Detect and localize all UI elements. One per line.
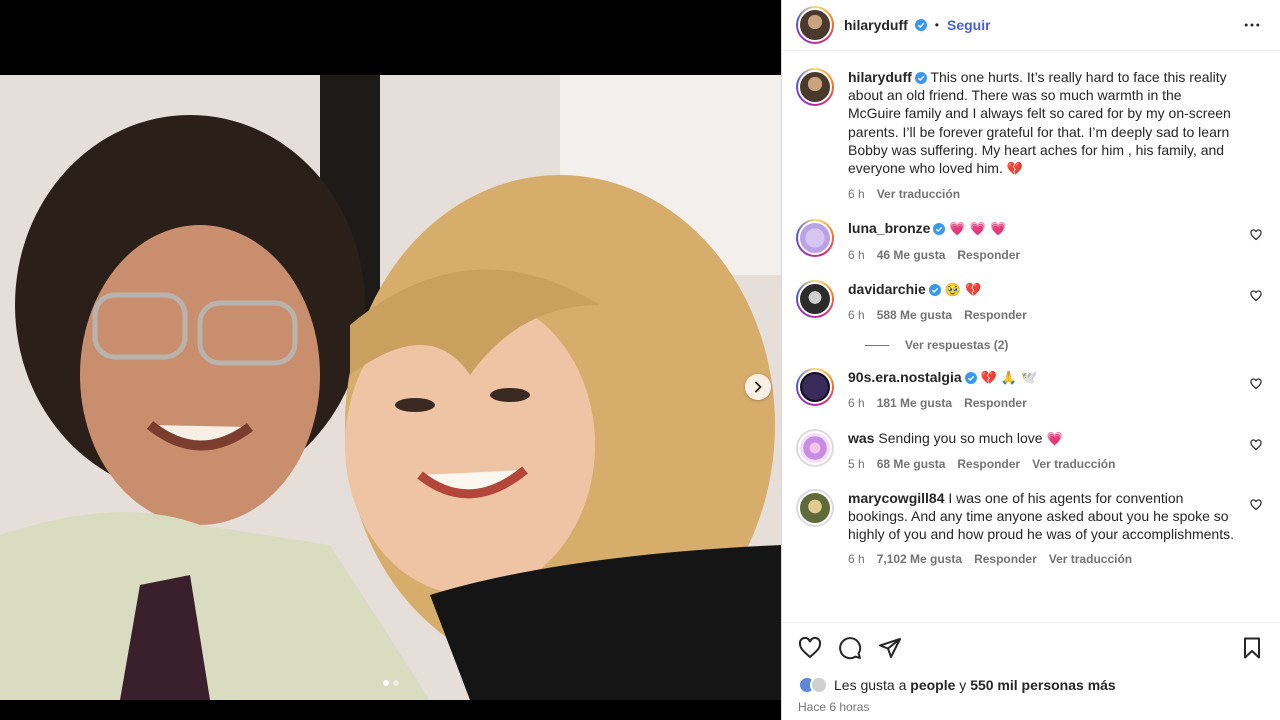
commenter-avatar[interactable] bbox=[796, 489, 834, 528]
reply-button[interactable]: Responder bbox=[964, 306, 1027, 324]
post-header: hilaryduff • Seguir bbox=[782, 0, 1280, 51]
comment-like-heart-icon[interactable] bbox=[1250, 290, 1262, 302]
commenter-username[interactable]: was bbox=[848, 430, 874, 446]
comment-time[interactable]: 6 h bbox=[848, 550, 865, 568]
verified-badge-icon bbox=[928, 283, 941, 296]
separator-dot: • bbox=[934, 18, 939, 32]
comment-time[interactable]: 6 h bbox=[848, 394, 865, 412]
photo-illustration bbox=[0, 75, 781, 700]
comment-like-count[interactable]: 588 Me gusta bbox=[877, 306, 952, 324]
commenter-username[interactable]: davidarchie bbox=[848, 281, 926, 297]
likes-summary[interactable]: Les gusta a people y 550 mil personas má… bbox=[798, 676, 1264, 694]
next-photo-button[interactable] bbox=[745, 374, 771, 400]
comment-bubble-icon[interactable] bbox=[838, 636, 862, 660]
bookmark-save-icon[interactable] bbox=[1240, 636, 1264, 660]
commenter-avatar[interactable] bbox=[796, 219, 834, 258]
view-replies-button[interactable]: Ver respuestas (2) bbox=[865, 338, 1262, 352]
reply-button[interactable]: Responder bbox=[957, 455, 1020, 473]
comment-emoji: 💗 bbox=[1046, 431, 1063, 447]
comment-emoji: 💔 🙏 🕊️ bbox=[980, 371, 1038, 387]
author-avatar[interactable] bbox=[796, 68, 834, 106]
comment-item: luna_bronze 💗 💗 💗 6 h 46 Me gusta Respon… bbox=[796, 219, 1262, 263]
comment-item: marycowgill84 I was one of his agents fo… bbox=[796, 489, 1262, 568]
likes-connector: y bbox=[959, 677, 967, 693]
comment-like-heart-icon[interactable] bbox=[1250, 378, 1262, 390]
view-replies-label: Ver respuestas (2) bbox=[905, 338, 1009, 353]
comment-time[interactable]: 6 h bbox=[848, 246, 865, 264]
comment-time[interactable]: 5 h bbox=[848, 455, 865, 473]
author-avatar[interactable] bbox=[796, 6, 834, 44]
comment-text: Sending you so much love bbox=[878, 429, 1043, 446]
translate-button[interactable]: Ver traducción bbox=[1049, 550, 1132, 568]
comments-list[interactable]: hilaryduff This one hurts. It’s really h… bbox=[782, 52, 1280, 622]
comment-item: davidarchie 🥹 💔 6 h 588 Me gusta Respond… bbox=[796, 279, 1262, 324]
post-photo[interactable] bbox=[0, 75, 781, 700]
follow-button[interactable]: Seguir bbox=[947, 17, 991, 33]
reply-button[interactable]: Responder bbox=[957, 246, 1020, 264]
commenter-avatar[interactable] bbox=[796, 279, 834, 318]
carousel-indicator bbox=[0, 680, 781, 686]
caption-text: This one hurts. It’s really hard to face… bbox=[848, 69, 1231, 177]
commenter-avatar[interactable] bbox=[796, 428, 834, 467]
comment-like-heart-icon[interactable] bbox=[1250, 229, 1262, 241]
translate-button[interactable]: Ver traducción bbox=[1032, 455, 1115, 473]
verified-badge-icon bbox=[964, 372, 977, 385]
like-heart-icon[interactable] bbox=[798, 636, 822, 660]
commenter-username[interactable]: luna_bronze bbox=[848, 220, 930, 236]
commenter-avatar[interactable] bbox=[796, 368, 834, 407]
caption-translate-button[interactable]: Ver traducción bbox=[877, 185, 960, 203]
reply-button[interactable]: Responder bbox=[974, 550, 1037, 568]
caption-emoji: 💔 bbox=[1006, 162, 1023, 178]
comment-item: 90s.era.nostalgia 💔 🙏 🕊️ 6 h 181 Me gust… bbox=[796, 368, 1262, 412]
comment-time[interactable]: 6 h bbox=[848, 306, 865, 324]
post-side-panel: hilaryduff • Seguir hilaryduff This one … bbox=[781, 0, 1280, 720]
caption-time[interactable]: 6 h bbox=[848, 185, 865, 203]
reply-button[interactable]: Responder bbox=[964, 394, 1027, 412]
carousel-dot-active bbox=[382, 680, 389, 686]
comment-like-heart-icon[interactable] bbox=[1250, 439, 1262, 451]
likes-prefix: Les gusta a bbox=[834, 677, 907, 693]
replies-divider bbox=[865, 344, 889, 346]
likes-others[interactable]: 550 mil personas más bbox=[970, 677, 1116, 693]
more-horizontal-icon bbox=[1244, 23, 1260, 27]
comment-emoji: 💗 💗 💗 bbox=[949, 222, 1007, 238]
carousel-dot bbox=[392, 680, 399, 686]
comment-like-count[interactable]: 181 Me gusta bbox=[877, 394, 952, 412]
comment-like-count[interactable]: 7,102 Me gusta bbox=[877, 550, 962, 568]
comment-item: was Sending you so much love 💗 5 h 68 Me… bbox=[796, 428, 1262, 473]
comment-like-heart-icon[interactable] bbox=[1250, 499, 1262, 511]
commenter-username[interactable]: 90s.era.nostalgia bbox=[848, 369, 962, 385]
liker-avatar bbox=[810, 676, 828, 694]
author-username[interactable]: hilaryduff bbox=[844, 17, 908, 33]
commenter-username[interactable]: marycowgill84 bbox=[848, 490, 945, 506]
likes-first-user[interactable]: people bbox=[910, 677, 955, 693]
media-viewer bbox=[0, 0, 781, 720]
post-actions: Les gusta a people y 550 mil personas má… bbox=[782, 622, 1280, 720]
comment-like-count[interactable]: 46 Me gusta bbox=[877, 246, 946, 264]
verified-badge-icon bbox=[914, 72, 927, 84]
verified-badge-icon bbox=[933, 223, 946, 236]
caption-username[interactable]: hilaryduff bbox=[848, 69, 912, 85]
comment-like-count[interactable]: 68 Me gusta bbox=[877, 455, 946, 473]
comment-emoji: 🥹 💔 bbox=[944, 282, 982, 298]
verified-badge-icon bbox=[914, 19, 927, 31]
post-timestamp[interactable]: Hace 6 horas bbox=[798, 700, 1264, 714]
chevron-right-icon bbox=[755, 381, 762, 393]
more-options-button[interactable] bbox=[1240, 13, 1264, 37]
caption: hilaryduff This one hurts. It’s really h… bbox=[796, 68, 1262, 203]
share-paper-plane-icon[interactable] bbox=[878, 636, 902, 660]
